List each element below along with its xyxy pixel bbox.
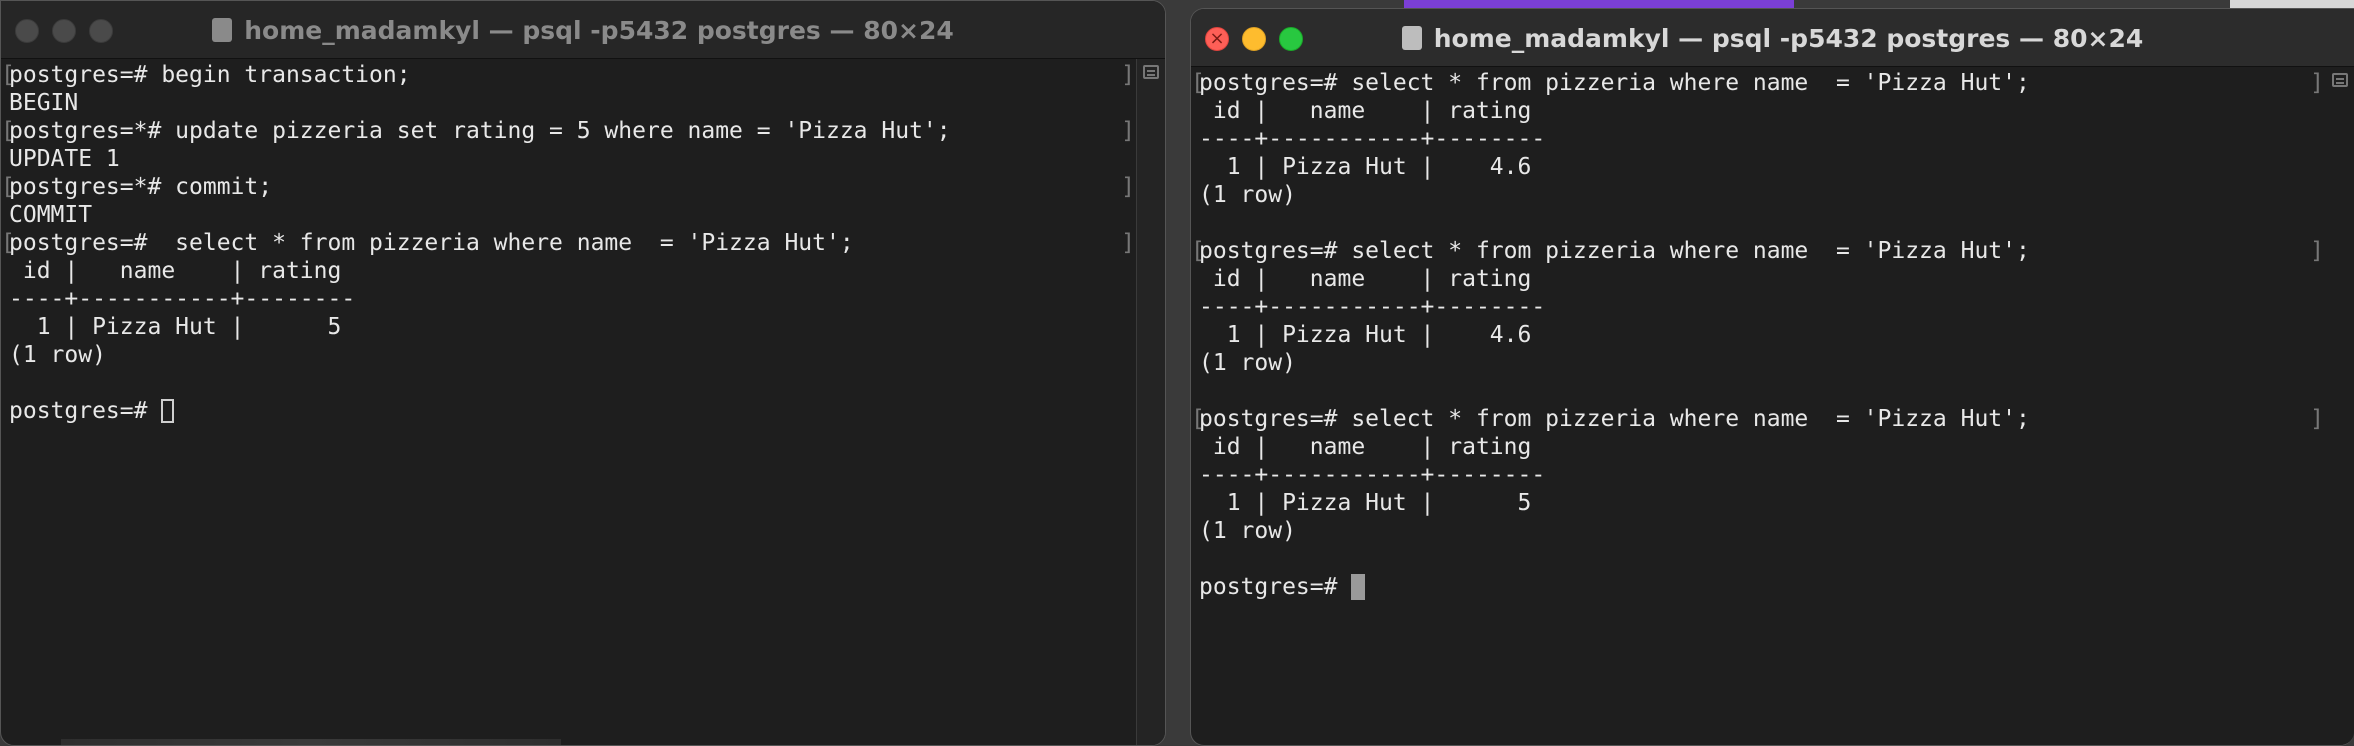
terminal-line: [postgres=# select * from pizzeria where… [1,230,1135,256]
cursor [161,399,175,423]
prompt-line[interactable]: postgres=# [9,397,1135,425]
scrollbar[interactable] [2326,67,2354,745]
terminal-line: COMMIT [9,202,93,228]
terminal-output[interactable]: [postgres=# select * from pizzeria where… [1191,67,2324,745]
window-title: home_madamkyl — psql -p5432 postgres — 8… [1191,9,2354,67]
folder-icon [212,18,233,42]
terminal-line: 1 | Pizza Hut | 4.6 [1199,322,1532,348]
terminal-line: 1 | Pizza Hut | 5 [9,314,342,340]
prompt-line[interactable]: postgres=# [1199,573,2324,601]
window-title-text: home_madamkyl — psql -p5432 postgres — 8… [244,15,954,45]
terminal-line: [postgres=# select * from pizzeria where… [1191,70,2324,96]
terminal-window-right[interactable]: home_madamkyl — psql -p5432 postgres — 8… [1190,8,2354,746]
window-title-text: home_madamkyl — psql -p5432 postgres — 8… [1433,23,2144,53]
marks-icon [1143,65,1159,79]
terminal-line: [postgres=# begin transaction;] [1,62,1135,88]
titlebar[interactable]: home_madamkyl — psql -p5432 postgres — 8… [1,1,1165,59]
terminal-line: BEGIN [9,90,79,116]
terminal-line: ----+-----------+-------- [1199,462,1546,488]
terminal-line: id | name | rating [1199,434,1546,460]
terminal-line: [postgres=# select * from pizzeria where… [1191,238,2324,264]
terminal-line: [postgres=# select * from pizzeria where… [1191,406,2324,432]
folder-icon [1401,26,1422,50]
cursor [1351,574,1366,600]
terminal-line: (1 row) [9,342,106,368]
terminal-line: ----+-----------+-------- [9,286,356,312]
terminal-line: (1 row) [1199,182,1296,208]
terminal-line: (1 row) [1199,518,1296,544]
terminal-line: 1 | Pizza Hut | 5 [1199,490,1532,516]
terminal-line: 1 | Pizza Hut | 4.6 [1199,154,1532,180]
terminal-line: ----+-----------+-------- [1199,126,1546,152]
terminal-window-left[interactable]: home_madamkyl — psql -p5432 postgres — 8… [0,0,1166,746]
terminal-line: ----+-----------+-------- [1199,294,1546,320]
terminal-line: [postgres=*# update pizzeria set rating … [1,118,1135,144]
terminal-line: id | name | rating [9,258,356,284]
terminal-line: id | name | rating [1199,98,1546,124]
terminal-line: (1 row) [1199,350,1296,376]
terminal-output[interactable]: [postgres=# begin transaction;] BEGIN [p… [1,59,1135,745]
terminal-line: [postgres=*# commit;] [1,174,1135,200]
terminal-line: UPDATE 1 [9,146,120,172]
window-title: home_madamkyl — psql -p5432 postgres — 8… [1,1,1165,59]
window-bottom-edge [61,739,561,745]
scrollbar[interactable] [1136,59,1165,745]
titlebar[interactable]: home_madamkyl — psql -p5432 postgres — 8… [1191,9,2354,67]
terminal-line: id | name | rating [1199,266,1546,292]
marks-icon [2332,73,2348,87]
